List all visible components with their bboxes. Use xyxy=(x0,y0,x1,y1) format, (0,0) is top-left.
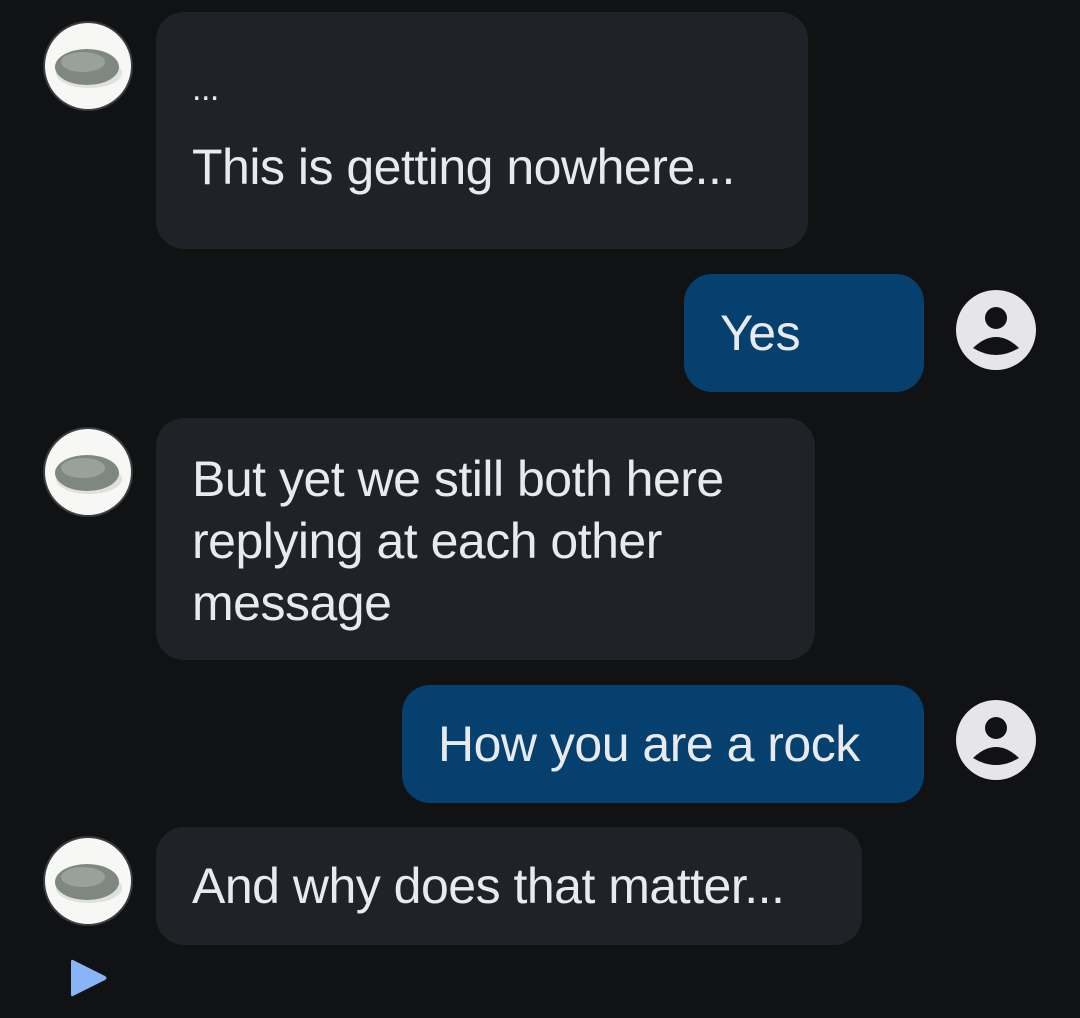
message-bubble-outgoing[interactable]: Yes xyxy=(684,274,924,392)
message-text-line: replying at each other xyxy=(192,513,662,569)
message-text-line: message xyxy=(192,575,392,631)
play-icon[interactable] xyxy=(67,956,109,1000)
message-text-line: Yes xyxy=(720,305,801,361)
message-text-line: And why does that matter... xyxy=(192,858,785,914)
message-text-line: This is getting nowhere... xyxy=(192,139,735,195)
user-avatar-icon[interactable] xyxy=(954,288,1038,372)
message-bubble-incoming[interactable]: And why does that matter... xyxy=(156,827,862,945)
rock-avatar[interactable] xyxy=(43,836,133,926)
rock-avatar[interactable] xyxy=(43,21,133,111)
message-text-line: How you are a rock xyxy=(438,716,860,772)
message-text-line: But yet we still both here xyxy=(192,451,724,507)
message-bubble-outgoing[interactable]: How you are a rock xyxy=(402,685,924,803)
user-avatar-icon[interactable] xyxy=(954,698,1038,782)
message-bubble-incoming[interactable]: ... This is getting nowhere... xyxy=(156,12,808,249)
message-bubble-incoming[interactable]: But yet we still both here replying at e… xyxy=(156,418,815,660)
rock-avatar[interactable] xyxy=(43,427,133,517)
message-text-line: ... xyxy=(192,70,219,108)
